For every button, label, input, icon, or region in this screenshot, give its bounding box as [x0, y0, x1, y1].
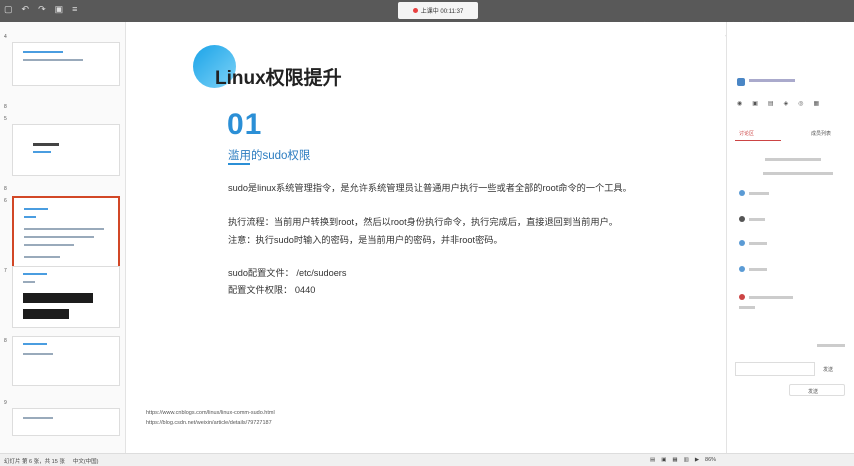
thumb-line	[23, 59, 83, 61]
file-icon[interactable]: ▢	[4, 4, 13, 15]
camera-icon[interactable]: ▣	[752, 100, 758, 107]
send-button[interactable]: 发送	[789, 384, 845, 396]
thumb-line	[24, 236, 94, 238]
chat-message	[749, 218, 765, 221]
save-icon[interactable]: ▣	[55, 4, 64, 15]
undo-icon[interactable]: ↶	[22, 4, 30, 15]
thumb-line	[33, 143, 59, 146]
config-file: sudo配置文件： /etc/sudoers	[228, 268, 347, 278]
redo-icon[interactable]: ↷	[38, 4, 46, 15]
slideshow-icon[interactable]: ▶	[695, 457, 699, 463]
slide-thumbnail-8[interactable]	[12, 336, 120, 386]
section-label: 8	[4, 186, 7, 192]
chat-message	[749, 268, 767, 271]
menu-icon[interactable]: ≡	[72, 4, 77, 15]
thumb-line	[24, 208, 48, 210]
subtitle-underline	[228, 163, 250, 165]
user-avatar	[739, 240, 745, 246]
mic-icon[interactable]: ◉	[737, 100, 742, 107]
slide-subtitle: 滥用的sudo权限	[228, 150, 311, 162]
slide-number: 7	[4, 268, 7, 274]
chat-icon[interactable]: ▤	[768, 100, 774, 107]
slide-thumbnail-4[interactable]	[12, 42, 120, 86]
thumb-line	[24, 228, 104, 230]
notes-icon[interactable]: ▤	[650, 457, 655, 463]
slide-number: 6	[4, 198, 7, 204]
thumb-line	[23, 51, 63, 53]
reading-view-icon[interactable]: ▥	[684, 457, 689, 463]
chat-message	[749, 296, 793, 299]
thumb-line	[23, 281, 35, 283]
slide-thumbnail-7[interactable]	[12, 266, 120, 328]
slide-thumbnail-9[interactable]	[12, 408, 120, 436]
paragraph-flow: 执行流程：当前用户转换到root，然后以root身份执行命令，执行完成后，直接退…	[228, 217, 618, 227]
thumb-line	[24, 216, 36, 218]
config-permission: 配置文件权限： 0440	[228, 285, 316, 295]
chat-message	[763, 172, 833, 175]
more-icon[interactable]: ▦	[813, 100, 819, 107]
thumb-line	[24, 244, 74, 246]
slide-thumbnail-5[interactable]	[12, 124, 120, 176]
user-avatar	[739, 294, 745, 300]
panel-toolbar: ◉ ▣ ▤ ◈ ◎ ▦	[737, 100, 819, 107]
status-right: ▤ ▣ ▦ ▥ ▶ 86%	[650, 457, 716, 463]
section-label: 8	[4, 104, 7, 110]
people-icon[interactable]: ◎	[798, 100, 803, 107]
thumb-line	[23, 273, 47, 275]
thumb-line	[33, 151, 51, 153]
classroom-name	[749, 79, 795, 82]
zoom-level[interactable]: 86%	[705, 457, 716, 463]
chat-message	[765, 158, 821, 161]
thumb-line	[23, 343, 47, 345]
send-label: 发送	[823, 367, 834, 373]
code-block	[23, 293, 93, 303]
classroom-logo-icon	[737, 78, 745, 86]
tab-members[interactable]: 成员列表	[811, 130, 831, 137]
status-left: 幻灯片 第 6 张，共 15 张 中文(中国)	[4, 457, 99, 465]
slide-indicator: 幻灯片 第 6 张，共 15 张	[4, 459, 65, 465]
thumb-line	[23, 353, 53, 355]
tab-discussion[interactable]: 讨论区	[739, 130, 754, 137]
paragraph-note: 注意：执行sudo时输入的密码，是当前用户的密码，并非root密码。	[228, 235, 503, 245]
toolbar-icons: ▢ ↶ ↷ ▣ ≡	[4, 4, 77, 15]
code-block	[23, 309, 69, 319]
send-button-label: 发送	[808, 389, 819, 395]
slide-number: 9	[4, 400, 7, 406]
meeting-time: 上课中 00:11:37	[420, 9, 464, 15]
normal-view-icon[interactable]: ▣	[661, 457, 666, 463]
user-avatar	[739, 266, 745, 272]
meeting-timer[interactable]: 上课中 00:11:37	[398, 2, 478, 19]
user-avatar	[739, 216, 745, 222]
status-bar: 幻灯片 第 6 张，共 15 张 中文(中国) ▤ ▣ ▦ ▥ ▶ 86%	[0, 453, 854, 466]
thumb-line	[23, 417, 53, 419]
slide-thumbnail-pane: 4 8 5 8 6 7 8 9	[0, 22, 126, 453]
language-indicator[interactable]: 中文(中国)	[73, 457, 99, 465]
meeting-side-panel: ◉ ▣ ▤ ◈ ◎ ▦ 讨论区 成员列表 发送 发送	[726, 22, 854, 453]
user-avatar	[739, 190, 745, 196]
sorter-view-icon[interactable]: ▦	[672, 457, 677, 463]
thumb-line	[24, 256, 60, 258]
slide-number: 8	[4, 338, 7, 344]
share-icon[interactable]: ◈	[784, 100, 789, 107]
record-icon	[412, 8, 418, 13]
section-number: 01	[227, 108, 263, 141]
slide-title: Linux权限提升	[215, 68, 342, 89]
chat-message	[817, 344, 845, 347]
paragraph-definition: sudo是linux系统管理指令，是允许系统管理员让普通用户执行一些或者全部的r…	[228, 183, 632, 193]
reference-link-2[interactable]: https://blog.csdn.net/weixin/article/det…	[146, 420, 272, 426]
active-tab-underline	[735, 140, 781, 141]
chat-input[interactable]	[735, 362, 815, 376]
slide-number: 4	[4, 34, 7, 40]
chat-message	[749, 242, 767, 245]
reference-link-1[interactable]: https://www.cnblogs.com/linux/linux-comm…	[146, 410, 275, 416]
slide-number: 5	[4, 116, 7, 122]
chat-message	[749, 192, 769, 195]
chat-message	[739, 306, 755, 309]
